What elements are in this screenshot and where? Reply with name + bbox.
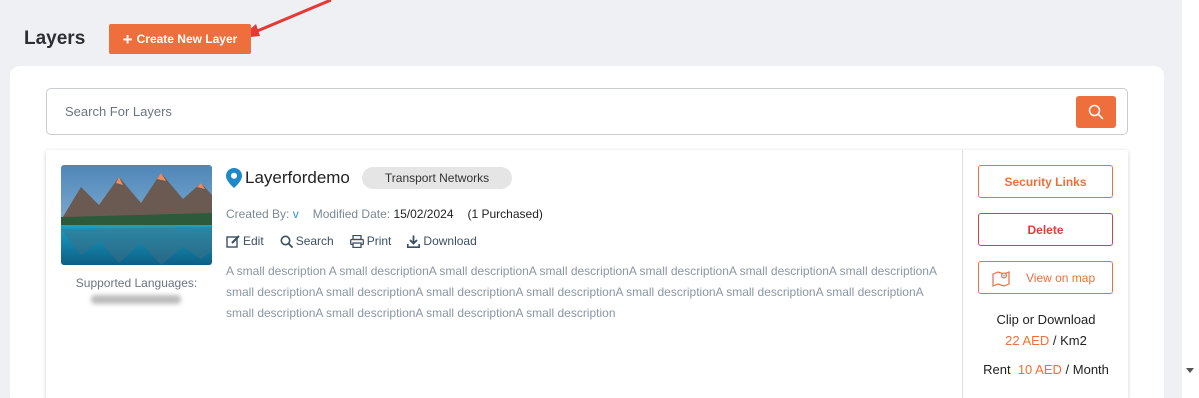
modified-date-label: Modified Date: (312, 207, 391, 221)
view-on-map-label: View on map (1026, 270, 1096, 285)
create-new-layer-label: Create New Layer (136, 32, 238, 46)
print-action[interactable]: Print (349, 234, 392, 248)
landscape-image (61, 165, 212, 265)
download-icon (407, 235, 421, 248)
layer-card: Supported Languages: Layerfordemo Transp… (46, 150, 1128, 398)
edit-label: Edit (243, 234, 264, 248)
search-input[interactable] (65, 89, 1065, 134)
rent-price-unit: / Month (1065, 362, 1109, 377)
clip-price-unit: / Km2 (1052, 333, 1087, 348)
download-label: Download (423, 234, 477, 248)
supported-languages-values-redacted (91, 295, 181, 304)
scroll-down-arrow-icon[interactable] (1186, 368, 1194, 373)
supported-languages-label: Supported Languages: (75, 276, 198, 290)
annotation-arrow (240, 0, 332, 38)
plus-icon: + (122, 29, 133, 49)
page-title: Layers (24, 28, 86, 49)
search-button[interactable] (1076, 96, 1116, 128)
clip-download-label: Clip or Download (996, 312, 1096, 327)
layer-actions: Edit Search Print Download (226, 234, 477, 248)
create-new-layer-button[interactable]: + Create New Layer (109, 24, 251, 54)
layer-thumbnail[interactable] (61, 165, 212, 265)
clip-price-value: 22 AED (1005, 333, 1050, 348)
search-label: Search (295, 234, 334, 248)
search-icon (1088, 104, 1104, 120)
print-icon (349, 234, 364, 248)
purchased-count: (1 Purchased) (467, 207, 543, 221)
search-icon (280, 235, 293, 248)
layer-title-row: Layerfordemo Transport Networks (226, 167, 513, 189)
rent-label: Rent (983, 362, 1011, 377)
layer-name[interactable]: Layerfordemo (245, 168, 350, 188)
location-pin-icon (226, 168, 242, 188)
security-links-button[interactable]: Security Links (978, 165, 1113, 198)
download-action[interactable]: Download (407, 234, 477, 248)
delete-button[interactable]: Delete (978, 213, 1113, 246)
print-label: Print (366, 234, 392, 248)
map-icon (992, 270, 1010, 287)
rent-price-value: 10 AED (1017, 362, 1062, 377)
page-scrollbar[interactable] (1182, 0, 1199, 398)
rent-price: Rent 10 AED / Month (963, 362, 1129, 377)
layer-description: A small description A small descriptionA… (226, 264, 937, 320)
layer-side-actions: Security Links Delete View on map Clip o… (962, 150, 1128, 398)
search-action[interactable]: Search (280, 234, 334, 248)
category-badge: Transport Networks (361, 167, 513, 189)
edit-action[interactable]: Edit (226, 234, 264, 248)
layer-meta: Created By: v Modified Date: 15/02/2024 … (226, 207, 543, 221)
modified-date-value: 15/02/2024 (393, 207, 454, 221)
view-on-map-button[interactable]: View on map (978, 261, 1113, 294)
clip-price: 22 AED / Km2 (963, 333, 1129, 348)
edit-icon (226, 234, 240, 248)
created-by-label: Created By: (226, 207, 290, 221)
search-bar (46, 88, 1128, 135)
